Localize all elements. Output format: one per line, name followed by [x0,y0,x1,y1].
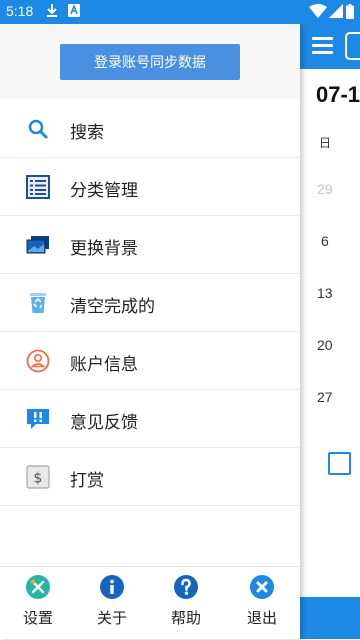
calendar-date: 07-1 [316,82,360,107]
list-icon [26,175,50,199]
help-button[interactable]: 帮助 [156,575,216,635]
feedback-icon [27,409,49,429]
background-icon [26,236,49,254]
calendar-day[interactable]: 13 [317,285,333,301]
account-icon [26,349,50,373]
battery-icon [346,4,354,19]
calendar-screen: 07-1 日 29 6 13 20 27 [300,24,360,639]
task-checkbox[interactable] [328,452,351,475]
drawer-footer: 设置 关于 帮助 退出 [0,566,300,640]
menu-icon[interactable] [312,37,333,57]
menu-item-label: 更换背景 [70,239,138,259]
calendar-day[interactable]: 20 [317,337,333,353]
info-icon [100,575,124,599]
exit-icon [250,575,274,599]
toolbar-button[interactable] [345,32,360,60]
exit-button[interactable]: 退出 [232,575,292,635]
menu-item-background[interactable]: 更换背景 [0,216,300,274]
help-label: 帮助 [170,609,201,627]
menu-item-label: 意见反馈 [70,413,138,433]
dollar-icon: $ [26,465,50,489]
menu-item-label: 分类管理 [70,181,138,201]
menu-item-categories[interactable]: 分类管理 [0,158,300,216]
app-notification-icon [68,4,80,17]
menu-item-label: 账户信息 [70,355,138,375]
about-label: 关于 [96,609,127,627]
calendar-day[interactable]: 6 [321,233,329,249]
bottom-bar[interactable] [300,597,360,639]
status-time: 5:18 [6,3,34,19]
exit-label: 退出 [246,609,277,627]
menu-item-tip[interactable]: $ 打赏 [0,448,300,506]
search-icon [28,119,48,139]
wifi-icon [309,4,327,18]
settings-label: 设置 [22,609,53,627]
calendar-day[interactable]: 27 [317,389,333,405]
recycle-bin-icon [30,293,46,313]
about-button[interactable]: 关于 [82,575,142,635]
svg-text:$: $ [34,471,43,487]
settings-icon [26,575,50,599]
drawer-header: 登录账号同步数据 [0,24,300,99]
drawer-menu: 搜索 分类管理 更换背景 清空完成的 账户信息 意见反馈 $ 打赏 [0,100,300,506]
menu-item-label: 搜索 [70,123,104,143]
menu-item-label: 清空完成的 [70,297,155,317]
menu-item-account[interactable]: 账户信息 [0,332,300,390]
menu-item-label: 打赏 [70,471,104,491]
download-icon [47,4,57,17]
navigation-drawer: 登录账号同步数据 搜索 分类管理 更换背景 清空完成的 账户信息 意见反馈 $ … [0,24,300,639]
help-icon [174,575,198,599]
menu-item-search[interactable]: 搜索 [0,100,300,158]
menu-item-feedback[interactable]: 意见反馈 [0,390,300,448]
settings-button[interactable]: 设置 [8,575,68,635]
status-bar: 5:18 [0,0,360,24]
calendar-day[interactable]: 29 [317,181,333,197]
login-sync-button[interactable]: 登录账号同步数据 [60,44,240,80]
signal-icon [329,4,343,18]
calendar-toolbar [300,24,360,69]
weekday-header: 日 [319,136,332,150]
menu-item-clear-completed[interactable]: 清空完成的 [0,274,300,332]
